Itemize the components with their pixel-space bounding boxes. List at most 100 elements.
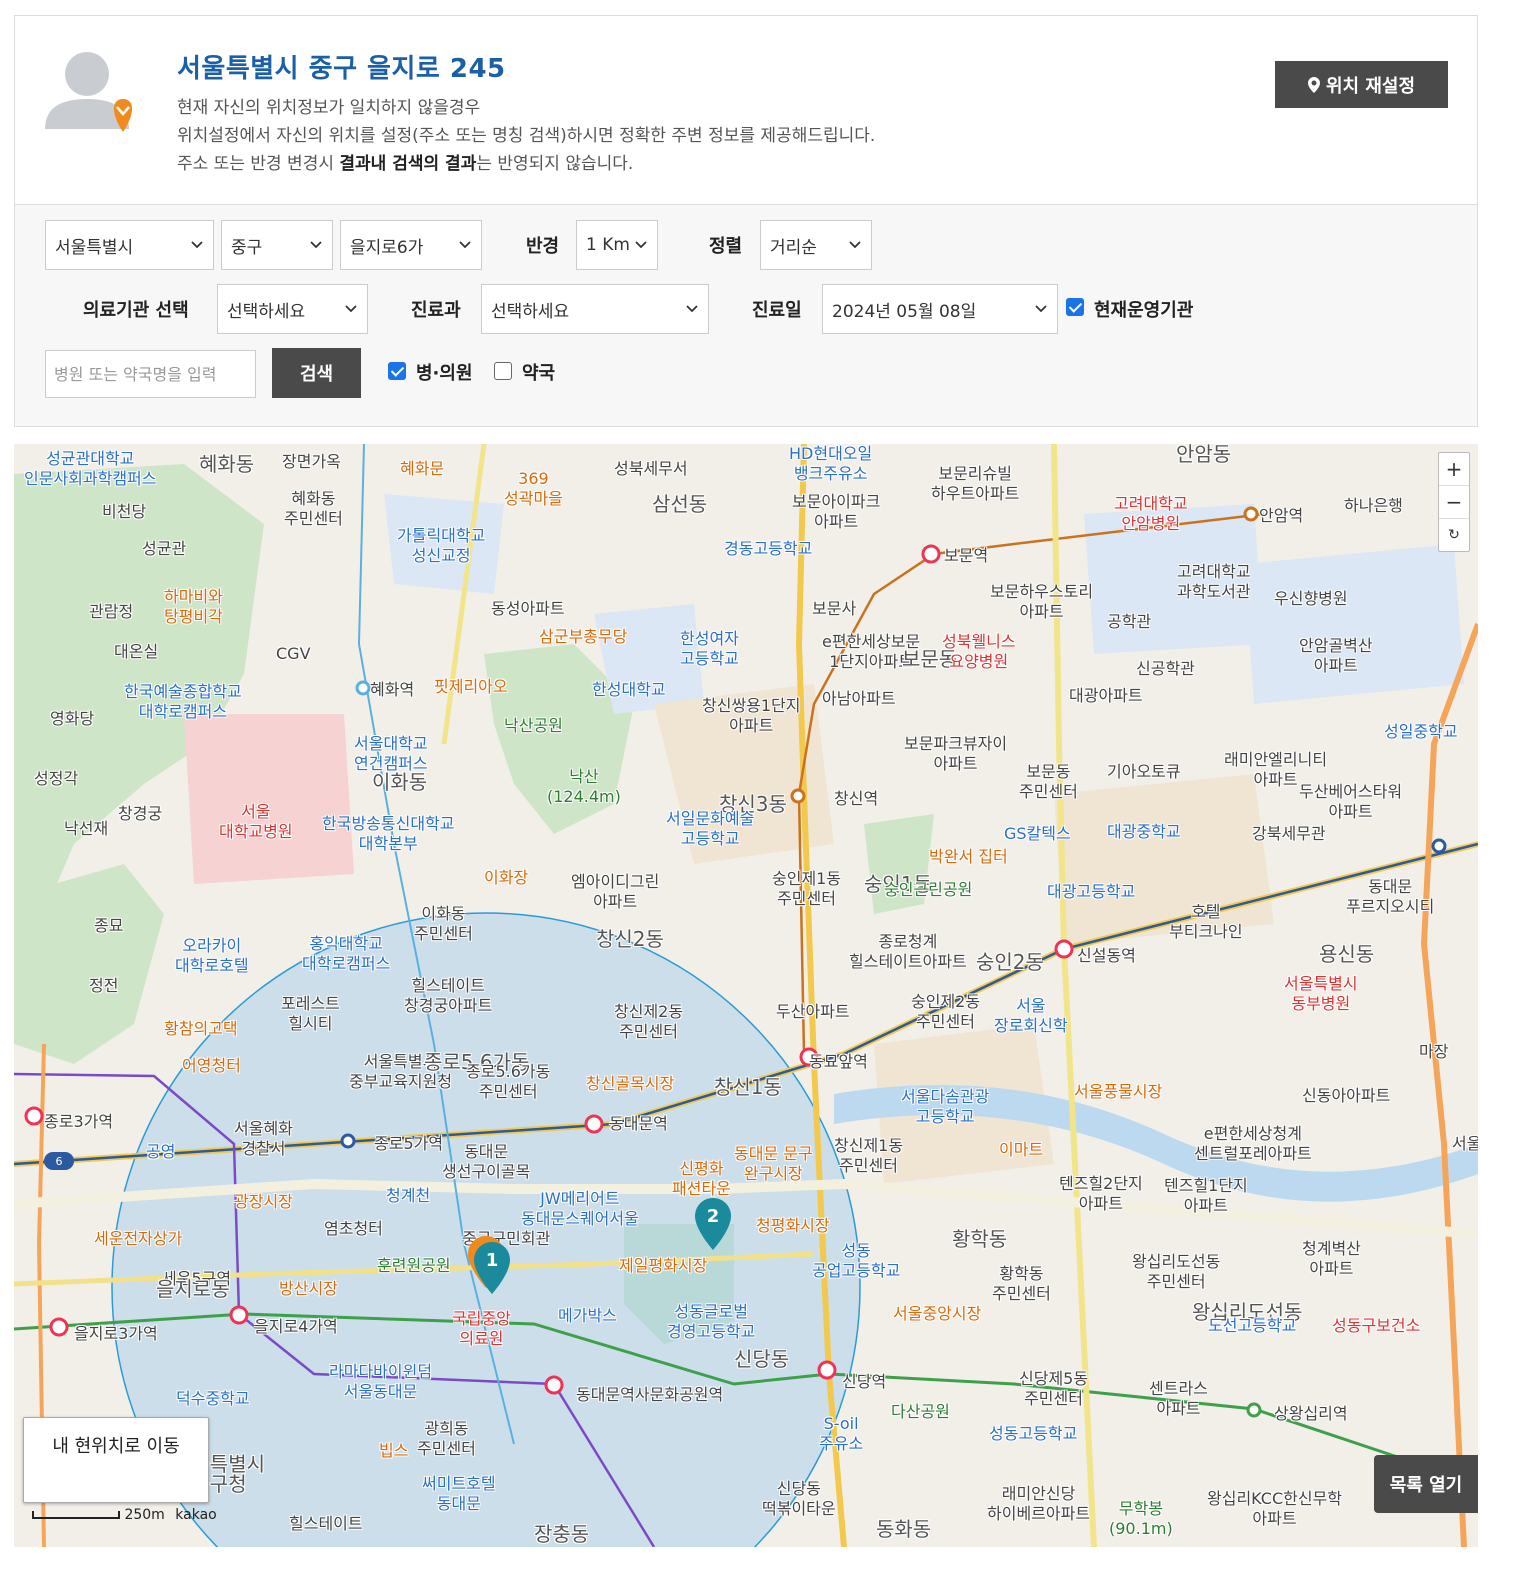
district-select[interactable]: 중구: [221, 220, 333, 270]
user-avatar-icon: [45, 52, 132, 132]
map-label: 을지로동: [156, 1277, 230, 1301]
map-label: 신당제5동 주민센터: [1019, 1369, 1089, 1408]
map-label: GS칼텍스: [1004, 824, 1071, 843]
map-label: 보문사: [812, 599, 857, 618]
map-label: 서울다솜관광 고등학교: [901, 1087, 990, 1126]
desc-line-3-pre: 주소 또는 반경 변경시: [177, 154, 340, 174]
map-label: 창경궁: [118, 804, 163, 823]
map-label: 한국방송통신대학교 대학본부: [322, 814, 455, 853]
date-select[interactable]: 2024년 05월 08일: [822, 284, 1058, 334]
map-label: 텐즈힐2단지 아파트: [1059, 1174, 1143, 1213]
map-label: 고려대학교 안암병원: [1114, 494, 1188, 533]
map-label: 다산공원: [891, 1402, 950, 1421]
scale-bar: [32, 1511, 120, 1519]
zoom-in-button[interactable]: +: [1439, 453, 1469, 486]
search-filter-panel: 서울특별시 중구 을지로6가 반경 1 Km 정렬 거리순 의료기관 선택 선택…: [14, 205, 1478, 427]
map-label: 종로청계 힐스테이트아파트: [849, 932, 967, 971]
map-label: 종로5가역: [374, 1134, 444, 1153]
map-label: 장면가옥: [282, 452, 341, 471]
search-input[interactable]: [45, 350, 256, 398]
open-list-button[interactable]: 목록 열기: [1374, 1455, 1478, 1513]
map-label: 서울대학교 연건캠퍼스: [354, 734, 428, 773]
map-label: 보문하우스토리 아파트: [990, 582, 1094, 621]
map-label: 삼선동: [652, 492, 708, 516]
svg-text:6: 6: [56, 1155, 63, 1168]
location-pin-icon: [1307, 76, 1320, 93]
map-marker-2[interactable]: 2: [693, 1196, 733, 1252]
map-label: 신동아아파트: [1302, 1086, 1391, 1105]
reset-location-button[interactable]: 위치 재설정: [1275, 61, 1448, 108]
map-label: 성동 공업고등학교: [812, 1241, 901, 1280]
map-label: 안암골벽산 아파트: [1299, 636, 1373, 675]
map-label: 제일평화시장: [619, 1256, 708, 1275]
map-label: 숭인근린공원: [884, 880, 973, 899]
map-marker-1[interactable]: 1: [472, 1240, 512, 1296]
sort-select[interactable]: 거리순: [760, 220, 872, 270]
map-reset-icon[interactable]: ↻: [1439, 519, 1469, 551]
chevron-down-icon: [191, 241, 203, 249]
radius-select[interactable]: 1 Km: [576, 220, 658, 270]
date-select-value: 2024년 05월 08일: [832, 301, 977, 322]
map-label: 이화동 주민센터: [414, 904, 473, 943]
map-view[interactable]: 6 성균관대학교 인문사회과학캠퍼스 혜화동 장면가옥 혜화문 369 성곽마을 성북세무…: [14, 444, 1478, 1547]
map-label: 청평화시장: [756, 1216, 830, 1235]
map-label: 관람정: [89, 602, 134, 621]
map-label: CGV: [276, 644, 311, 663]
map-label: 성동구보건소: [1332, 1316, 1421, 1335]
map-label: 이화동: [372, 770, 428, 794]
map-label: 왕십리KCC한신무학 아파트: [1207, 1489, 1343, 1528]
map-label: 왕십리도선동 주민센터: [1132, 1252, 1221, 1291]
city-select[interactable]: 서울특별시: [45, 220, 214, 270]
map-label: 성북웰니스 요양병원: [942, 632, 1016, 671]
institution-label: 의료기관 선택: [83, 300, 189, 321]
map-label: 창신쌍용1단지 아파트: [702, 696, 801, 735]
map-label: 비천당: [102, 502, 147, 521]
map-label: 두산아파트: [776, 1002, 850, 1021]
sort-label: 정렬: [709, 236, 743, 257]
search-button[interactable]: 검색: [272, 348, 361, 398]
map-label: 기아오토큐: [1107, 762, 1181, 781]
pharmacy-checkbox[interactable]: [494, 362, 512, 380]
map-label: 동대문역: [609, 1114, 668, 1133]
map-label: 두산베어스타워 아파트: [1299, 782, 1403, 821]
map-label: 우신향병원: [1274, 589, 1348, 608]
map-label: 센트라스 아파트: [1149, 1379, 1208, 1418]
map-label: 혜화동: [199, 452, 255, 476]
dong-select[interactable]: 을지로6가: [340, 220, 482, 270]
map-label: 대온실: [114, 642, 159, 661]
date-label: 진료일: [752, 300, 802, 321]
map-label: 써미트호텔 동대문: [422, 1474, 496, 1513]
map-label: 혜화역: [370, 680, 415, 699]
institution-select[interactable]: 선택하세요: [217, 284, 368, 334]
operating-checkbox[interactable]: [1066, 298, 1084, 316]
map-label: 하마비와 탕평비각: [164, 587, 223, 626]
map-provider-logo: kakao: [175, 1507, 217, 1523]
map-label: 래미안신당 하이베르아파트: [987, 1484, 1091, 1523]
map-label: 성동글로벌 경영고등학교: [667, 1302, 756, 1341]
map-label: 서울특별시 동부병원: [1284, 974, 1358, 1013]
map-label: 이마트: [999, 1140, 1044, 1159]
hospital-checkbox[interactable]: [388, 362, 406, 380]
my-location-button[interactable]: 내 현위치로 이동: [23, 1417, 209, 1503]
radius-select-value: 1 Km: [586, 235, 630, 255]
map-label: 대광고등학교: [1047, 882, 1136, 901]
zoom-out-button[interactable]: −: [1439, 486, 1469, 519]
map-label: 보문파크뷰자이 아파트: [904, 734, 1008, 773]
department-select[interactable]: 선택하세요: [481, 284, 709, 334]
map-label: 상왕십리역: [1274, 1404, 1348, 1423]
city-select-value: 서울특별시: [55, 237, 134, 258]
map-label: 창신2동: [596, 927, 664, 951]
map-label: 창신제1동 주민센터: [834, 1136, 904, 1175]
map-label: 대광중학교: [1107, 822, 1181, 841]
map-label: 호텔 부티크나인: [1169, 902, 1243, 941]
map-label: 창신역: [834, 789, 879, 808]
map-label: 도선고등학교: [1208, 1316, 1297, 1335]
institution-select-value: 선택하세요: [227, 301, 306, 322]
map-label: 빕스: [379, 1441, 409, 1460]
map-label: 홍익대학교 대학로캠퍼스: [302, 934, 391, 973]
department-label: 진료과: [411, 300, 461, 321]
map-label: 신당동 떡볶이타운: [762, 1479, 836, 1518]
map-label: 핏제리아오: [434, 677, 508, 696]
map-label: 낙산 (124.4m): [547, 767, 621, 806]
map-label: 고려대학교 과학도서관: [1177, 562, 1251, 601]
